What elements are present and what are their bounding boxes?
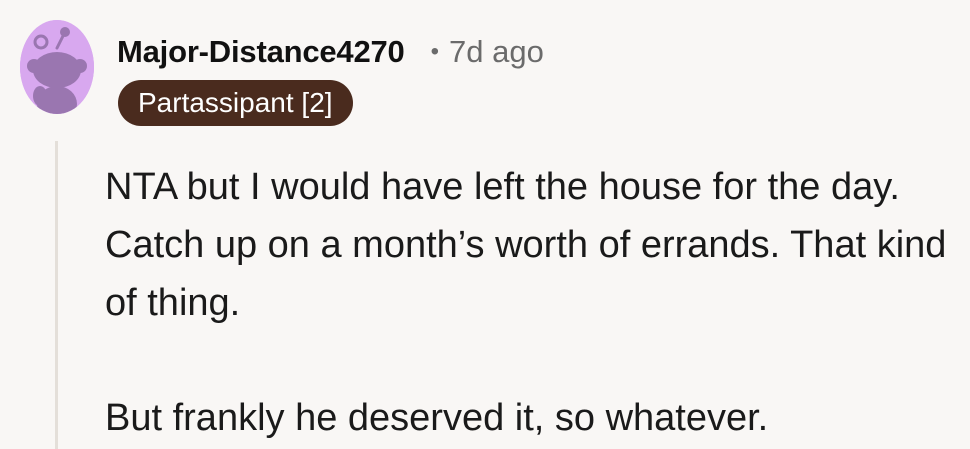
separator-dot: • xyxy=(430,38,439,65)
comment-body: NTA but I would have left the house for … xyxy=(105,158,955,447)
thread-collapse-line[interactable] xyxy=(55,141,58,449)
user-avatar-icon[interactable] xyxy=(20,20,94,114)
comment-header: Major-Distance4270 • 7d ago xyxy=(117,28,544,76)
comment: Major-Distance4270 • 7d ago Partassipant… xyxy=(0,0,970,449)
username-link[interactable]: Major-Distance4270 xyxy=(117,34,405,70)
user-flair-badge[interactable]: Partassipant [2] xyxy=(118,80,353,126)
comment-paragraph: But frankly he deserved it, so whatever. xyxy=(105,397,769,439)
comment-paragraph: NTA but I would have left the house for … xyxy=(105,166,947,324)
timestamp-link[interactable]: 7d ago xyxy=(449,34,544,70)
